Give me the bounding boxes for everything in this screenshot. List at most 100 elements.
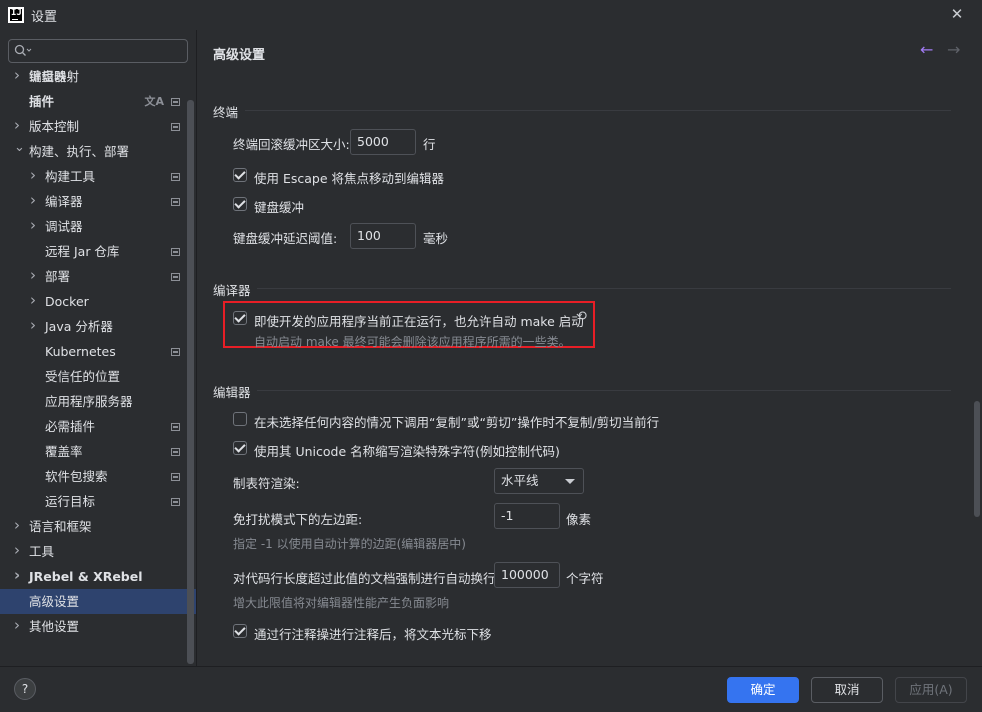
sidebar-item-label: 编译器 (45, 194, 83, 209)
sidebar-item[interactable]: › 调试器 (0, 214, 186, 239)
forward-arrow-icon[interactable]: → (947, 40, 960, 59)
keyboard-buffer-label: 键盘缓冲 (254, 200, 305, 215)
chevron-right-icon[interactable]: › (14, 514, 26, 539)
sidebar-item[interactable]: 必需插件 (0, 414, 186, 439)
sidebar-item-label: JRebel & XRebel (29, 569, 143, 584)
sidebar-item-label: 编辑器 (29, 69, 67, 84)
project-scope-icon (171, 423, 180, 431)
sidebar-item-label: 高级设置 (29, 594, 80, 609)
sidebar-item[interactable]: 受信任的位置 (0, 364, 186, 389)
page-title: 高级设置 (213, 48, 266, 63)
sidebar-item[interactable]: Kubernetes (0, 339, 186, 364)
project-scope-icon (171, 498, 180, 506)
distraction-margin-input[interactable]: -1 (494, 503, 560, 529)
project-scope-icon (171, 173, 180, 181)
no-copy-label: 在未选择任何内容的情况下调用“复制”或“剪切”操作时不复制/剪切当前行 (254, 415, 660, 430)
section-divider (245, 110, 951, 111)
search-input[interactable] (39, 42, 179, 60)
sidebar-item[interactable]: › Java 分析器 (0, 314, 186, 339)
no-copy-checkbox[interactable] (233, 412, 247, 426)
escape-focus-checkbox[interactable] (233, 168, 247, 182)
help-button[interactable]: ? (14, 678, 36, 700)
back-arrow-icon[interactable]: ← (920, 40, 933, 59)
distraction-margin-hint: 指定 -1 以使用自动计算的边距(编辑器居中) (233, 537, 466, 551)
auto-make-checkbox[interactable] (233, 311, 247, 325)
sidebar-item[interactable]: › 版本控制 (0, 114, 186, 139)
sidebar-item[interactable]: › Docker (0, 289, 186, 314)
unicode-checkbox[interactable] (233, 441, 247, 455)
comment-move-checkbox[interactable] (233, 624, 247, 638)
chevron-right-icon[interactable]: › (30, 314, 42, 339)
chevron-down-icon[interactable]: ⌄ (14, 139, 26, 164)
sidebar-item-label: 运行目标 (45, 494, 96, 509)
sidebar-item[interactable]: › JRebel & XRebel (0, 564, 186, 589)
sidebar-item-label: 语言和框架 (29, 519, 92, 534)
scroll-buffer-input[interactable]: 5000 (350, 129, 416, 155)
buffer-delay-input[interactable]: 100 (350, 223, 416, 249)
chevron-right-icon[interactable]: › (14, 564, 26, 589)
sidebar-item[interactable]: ⌄ 构建、执行、部署 (0, 139, 186, 164)
keyboard-buffer-checkbox[interactable] (233, 197, 247, 211)
scroll-buffer-label: 终端回滚缓冲区大小: (233, 137, 350, 152)
section-divider (257, 288, 951, 289)
dialog-footer: ? 确定 取消 应用(A) (0, 666, 982, 712)
content-scrollbar[interactable] (974, 401, 980, 517)
auto-make-hint: 自动启动 make 最终可能会删除该应用程序所需的一些类。 (254, 335, 571, 349)
scroll-buffer-unit: 行 (423, 137, 436, 152)
sidebar-item-label: 其他设置 (29, 619, 80, 634)
sidebar-item-label: 插件 (29, 94, 55, 109)
sidebar-item-label: 工具 (29, 544, 55, 559)
project-scope-icon (171, 473, 180, 481)
sidebar-scrollbar[interactable] (187, 100, 194, 664)
settings-search-box[interactable] (8, 39, 188, 63)
sidebar-item[interactable]: 应用程序服务器 (0, 389, 186, 414)
terminal-section-header: 终端 (213, 105, 239, 120)
chevron-right-icon[interactable]: › (30, 289, 42, 314)
sidebar-item[interactable]: › 其他设置 (0, 614, 186, 639)
sidebar-item[interactable]: 运行目标 (0, 489, 186, 514)
chevron-right-icon[interactable]: › (30, 264, 42, 289)
intellij-logo-icon: IJ (8, 7, 24, 23)
sidebar-item[interactable]: 软件包搜索 (0, 464, 186, 489)
sidebar-item[interactable]: › 语言和框架 (0, 514, 186, 539)
chevron-right-icon[interactable]: › (14, 614, 26, 639)
chevron-right-icon[interactable]: › (30, 164, 42, 189)
project-scope-icon (171, 123, 180, 131)
chevron-right-icon[interactable]: › (14, 114, 26, 139)
sidebar-item-label: 受信任的位置 (45, 369, 121, 384)
sidebar-item[interactable]: › 编译器 (0, 189, 186, 214)
sidebar-item-label: 应用程序服务器 (45, 394, 133, 409)
ok-button[interactable]: 确定 (727, 677, 799, 703)
buffer-delay-label: 键盘缓冲延迟阈值: (233, 231, 338, 246)
sidebar-item[interactable]: 覆盖率 (0, 439, 186, 464)
tab-render-dropdown[interactable]: 水平线 (494, 468, 584, 494)
settings-sidebar: 键盘映射 › 编辑器 插件 文A › 版本控制 ⌄ 构建、执行、部署 › 构建工具 › 编译器 › 调试器… (0, 30, 197, 666)
unicode-label: 使用其 Unicode 名称缩写渲染特殊字符(例如控制代码) (254, 444, 560, 459)
sidebar-item[interactable]: 插件 文A (0, 89, 186, 114)
sidebar-item[interactable]: 远程 Jar 仓库 (0, 239, 186, 264)
sidebar-item[interactable]: › 工具 (0, 539, 186, 564)
chevron-right-icon[interactable]: › (14, 539, 26, 564)
reset-icon[interactable]: ⟲ (576, 309, 587, 324)
chevron-right-icon[interactable]: › (14, 64, 26, 89)
chevron-right-icon[interactable]: › (30, 214, 42, 239)
close-icon[interactable]: ✕ (949, 6, 965, 22)
settings-tree: › 编辑器 插件 文A › 版本控制 ⌄ 构建、执行、部署 › 构建工具 › 编译器 › 调试器 远程 Ja… (0, 64, 196, 639)
sidebar-item[interactable]: › 构建工具 (0, 164, 186, 189)
sidebar-item-label: 版本控制 (29, 119, 80, 134)
chevron-right-icon[interactable]: › (30, 189, 42, 214)
sidebar-item-label: 远程 Jar 仓库 (45, 244, 120, 259)
distraction-margin-label: 免打扰模式下的左边距: (233, 512, 363, 527)
tab-render-value: 水平线 (501, 473, 539, 488)
apply-button[interactable]: 应用(A) (895, 677, 967, 703)
sidebar-item[interactable]: › 编辑器 (0, 64, 186, 89)
project-scope-icon (171, 248, 180, 256)
soft-wrap-input[interactable]: 100000 (494, 562, 560, 588)
soft-wrap-label: 对代码行长度超过此值的文档强制进行自动换行: (233, 571, 500, 586)
project-scope-icon (171, 273, 180, 281)
sidebar-item[interactable]: › 部署 (0, 264, 186, 289)
sidebar-item-label: 覆盖率 (45, 444, 83, 459)
distraction-margin-unit: 像素 (566, 512, 592, 527)
sidebar-item[interactable]: 高级设置 (0, 589, 196, 614)
cancel-button[interactable]: 取消 (811, 677, 883, 703)
